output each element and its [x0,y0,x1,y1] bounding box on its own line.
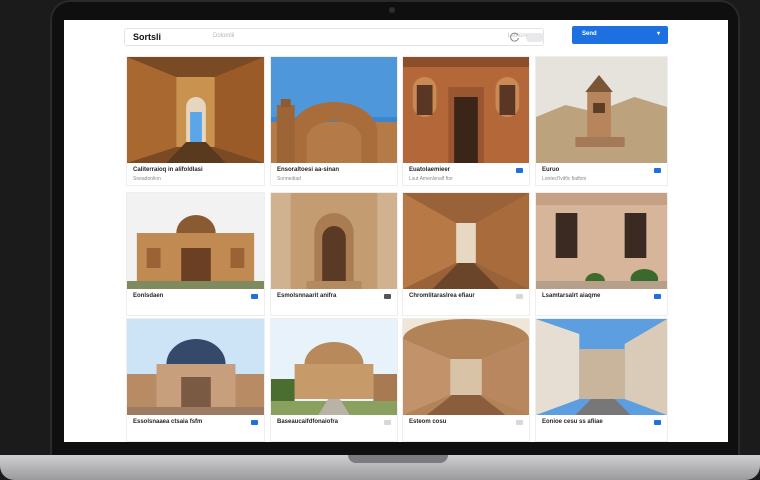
info-icon[interactable] [251,294,258,299]
image-card[interactable]: Eonlsdaen [126,192,265,316]
card-title: Caliterraioq in alifoldlasi [133,167,203,173]
info-icon[interactable] [251,420,258,425]
card-image [127,319,264,415]
info-icon[interactable] [516,168,523,173]
card-subtitle: Sneadonlion [133,176,161,182]
more-icon[interactable] [384,294,391,299]
image-card[interactable]: Chromlitaraslrea efiaur [402,192,530,316]
refresh-icon[interactable] [510,32,520,42]
card-subtitle: Lsut Amenlsnalf ftor [409,176,453,182]
info-icon[interactable] [654,168,661,173]
image-card[interactable]: Ensoraltoesi aa-sinan Sonnediad [270,56,398,186]
image-card[interactable]: Euatolaemieer Lsut Amenlsnalf ftor [402,56,530,186]
image-card[interactable]: Eonioe cesu ss afiiae [535,318,668,442]
image-card[interactable]: Baseaucaifdfonaiofra [270,318,398,442]
card-subtitle: Lontecl'lvitfic fiatfoni [542,176,587,182]
card-title: Esteom cosu [409,419,447,425]
card-title: Euruo [542,167,560,173]
card-title: Ensoraltoesi aa-sinan [277,167,340,173]
card-title: Essolsnaaea ctsaia fsfm [133,419,203,425]
search-placeholder: Dolomlii [213,33,235,39]
image-card[interactable]: Lsamtarsalrt aiaqme [535,192,668,316]
card-title: Eonioe cesu ss afiiae [542,419,603,425]
info-icon[interactable] [384,420,391,425]
search-input[interactable]: Sortsli Dolomlii Lsteoner [124,28,544,46]
card-image [403,57,529,163]
card-title: Esmolsnnaarit anifra [277,293,337,299]
app-logo: Sortsli [133,32,162,42]
laptop-notch [348,455,448,463]
card-image [403,319,529,415]
card-image [271,193,397,289]
image-card[interactable]: Esmolsnnaarit anifra [270,192,398,316]
filter-toggle[interactable] [526,33,544,42]
card-subtitle: Sonnediad [277,176,301,182]
card-image [536,193,667,289]
card-title: Euatolaemieer [409,167,451,173]
info-icon[interactable] [516,420,523,425]
info-icon[interactable] [654,294,661,299]
chevron-down-icon: ▾ [656,31,660,37]
card-image [536,319,667,415]
webcam-icon [389,7,395,13]
card-image [271,57,397,163]
screen: Sortsli Dolomlii Lsteoner Send ▾ Caliter… [64,20,728,442]
card-image [127,57,264,163]
send-label: Send [582,31,597,37]
card-image [271,319,397,415]
info-icon[interactable] [516,294,523,299]
card-title: Chromlitaraslrea efiaur [409,293,475,299]
card-image [403,193,529,289]
card-image [127,193,264,289]
image-card[interactable]: Esteom cosu [402,318,530,442]
card-image [536,57,667,163]
image-card[interactable]: Essolsnaaea ctsaia fsfm [126,318,265,442]
card-title: Lsamtarsalrt aiaqme [542,293,601,299]
image-card[interactable]: Caliterraioq in alifoldlasi Sneadonlion [126,56,265,186]
image-card[interactable]: Euruo Lontecl'lvitfic fiatfoni [535,56,668,186]
card-title: Eonlsdaen [133,293,164,299]
info-icon[interactable] [654,420,661,425]
send-button[interactable]: Send ▾ [572,26,668,44]
card-title: Baseaucaifdfonaiofra [277,419,339,425]
